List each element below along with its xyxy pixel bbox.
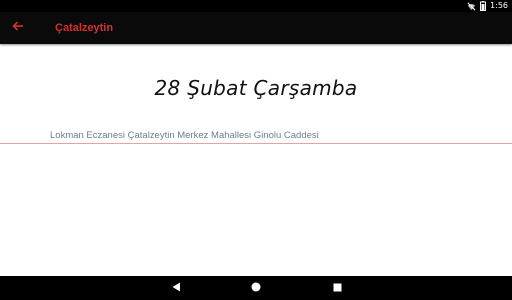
list-divider xyxy=(0,143,512,144)
pharmacy-list-item[interactable]: Lokman Eczanesi Çatalzeytin Merkez Mahal… xyxy=(50,130,319,141)
back-button[interactable] xyxy=(8,18,28,38)
nav-recents-button[interactable] xyxy=(322,276,352,300)
arrow-back-icon xyxy=(12,19,24,37)
home-circle-icon xyxy=(251,279,261,297)
recents-square-icon xyxy=(333,279,342,297)
app-title: Çatalzeytin xyxy=(55,22,114,34)
status-icons: 1:56 xyxy=(467,0,508,12)
status-time: 1:56 xyxy=(490,1,508,10)
date-heading: 28 Şubat Çarşamba xyxy=(154,76,358,100)
status-bar: 1:56 xyxy=(0,0,512,12)
back-triangle-icon xyxy=(172,279,181,297)
battery-icon xyxy=(480,1,487,11)
nav-home-button[interactable] xyxy=(241,276,271,300)
wifi-off-icon xyxy=(467,2,476,11)
nav-bar xyxy=(0,276,512,300)
nav-back-button[interactable] xyxy=(161,276,191,300)
app-bar: Çatalzeytin xyxy=(0,12,512,44)
